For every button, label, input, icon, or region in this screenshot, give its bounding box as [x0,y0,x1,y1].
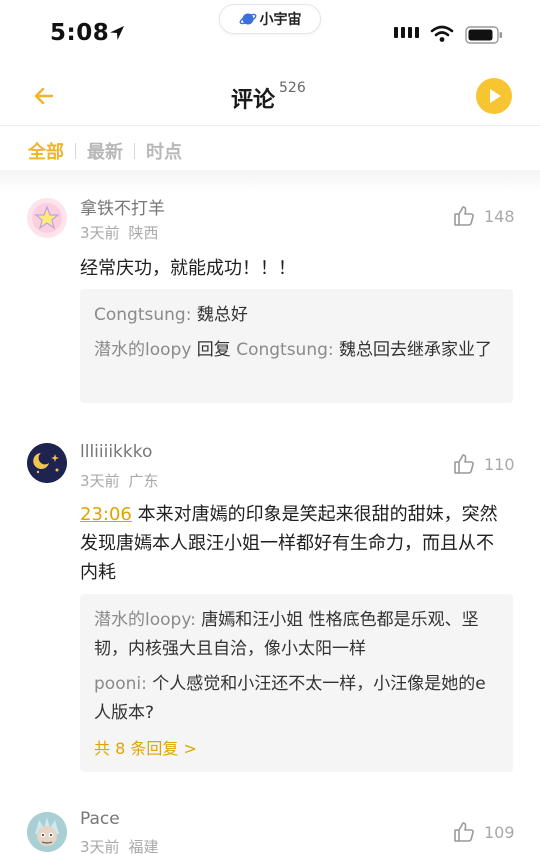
tab-timestamps[interactable]: 时点 [146,138,182,164]
reply-username[interactable]: 潜水的loopy [94,340,191,360]
reply-username[interactable]: Congtsung [94,305,186,325]
status-bar: 5:08 小宇宙 [0,0,540,70]
comment-meta: 3天前 陕西 [80,222,159,243]
comment-tabs: 全部 最新 时点 [28,136,182,166]
like-button[interactable]: 109 [452,820,515,844]
reply-item: Congtsung: 魏总好 [94,301,499,330]
comment-text: 经常庆功，就能成功！！！ [80,258,296,279]
reply-item: pooni: 个人感觉和小汪还不太一样，小汪像是她的e人版本? [94,670,499,728]
reply-separator: : [141,674,153,694]
avatar[interactable] [27,443,67,483]
comment-location: 陕西 [128,224,159,242]
reply-item: 潜水的loopy 回复 Congtsung: 魏总回去继承家业了 [94,336,499,365]
tabs-divider-shadow [0,170,540,192]
comment-time: 3天前 [80,838,120,854]
tab-divider [75,143,76,159]
reply-separator: : [327,340,340,360]
avatar[interactable] [27,812,67,852]
star-avatar-icon [32,203,62,233]
page-title: 评论 [231,88,276,113]
reply-box[interactable]: Congtsung: 魏总好 潜水的loopy 回复 Congtsung: 魏总… [80,289,513,403]
thumbs-up-icon [454,822,474,842]
like-count: 109 [484,822,515,842]
app-indicator-pill[interactable]: 小宇宙 [219,4,321,34]
tab-divider [134,143,135,159]
planet-icon [238,13,257,25]
play-icon[interactable] [476,78,512,114]
thumbs-up-icon [454,206,474,226]
reply-username[interactable]: 潜水的loopy [94,610,190,630]
comment-username[interactable]: 拿铁不打羊 [80,194,165,219]
comment-location: 福建 [128,838,159,854]
reply-text: 个人感觉和小汪还不太一样，小汪像是她的e人版本? [94,674,486,723]
comment-count: 526 [279,80,306,96]
reply-separator: : [185,305,197,325]
reply-text: 魏总好 [196,305,248,325]
reply-username[interactable]: pooni [94,674,141,694]
battery-icon [465,26,502,44]
thumbs-up-icon [454,454,474,474]
comment-meta: 3天前 福建 [80,836,159,854]
tab-all[interactable]: 全部 [28,138,64,164]
like-button[interactable]: 148 [452,204,515,228]
comment-location: 广东 [128,472,159,490]
comment-time: 3天前 [80,472,120,490]
reply-text: 魏总回去继承家业了 [339,340,493,360]
comment-text: 23:06 本来对唐嫣的印象是笑起来很甜的甜妹，突然发现唐嫣本人跟汪小姐一样都好… [80,500,508,587]
like-count: 110 [484,454,515,474]
back-arrow-icon[interactable] [32,84,56,108]
avatar[interactable] [27,198,67,238]
wifi-icon [430,25,454,42]
comment-body-text: 本来对唐嫣的印象是笑起来很甜的甜妹，突然发现唐嫣本人跟汪小姐一样都好有生命力，而… [80,504,498,583]
status-time: 5:08 [50,20,110,46]
reply-box[interactable]: 潜水的loopy: 唐嫣和汪小姐 性格底色都是乐观、坚韧，内核强大且自洽，像小太… [80,594,513,772]
nav-bar: 评论 526 [0,70,540,126]
app-name: 小宇宙 [259,12,302,28]
reply-item: 潜水的loopy: 唐嫣和汪小姐 性格底色都是乐观、坚韧，内核强大且自洽，像小太… [94,606,499,664]
moon-avatar-icon [27,443,67,483]
view-all-replies-link[interactable]: 共 8 条回复 > [94,734,499,763]
cartoon-avatar-icon [27,812,67,852]
comment-username[interactable]: Pace [80,809,120,829]
signal-icon [394,27,419,38]
comment-username[interactable]: llliiiikkko [80,442,152,462]
timestamp-link[interactable]: 23:06 [80,504,132,525]
reply-mid: 回复 [191,340,237,360]
like-button[interactable]: 110 [452,452,515,476]
comment-meta: 3天前 广东 [80,470,159,491]
like-count: 148 [484,206,515,226]
comment-time: 3天前 [80,224,120,242]
reply-separator: : [190,610,202,630]
location-arrow-icon [110,26,124,40]
tab-latest[interactable]: 最新 [87,138,123,164]
reply-target[interactable]: Congtsung [236,340,328,360]
